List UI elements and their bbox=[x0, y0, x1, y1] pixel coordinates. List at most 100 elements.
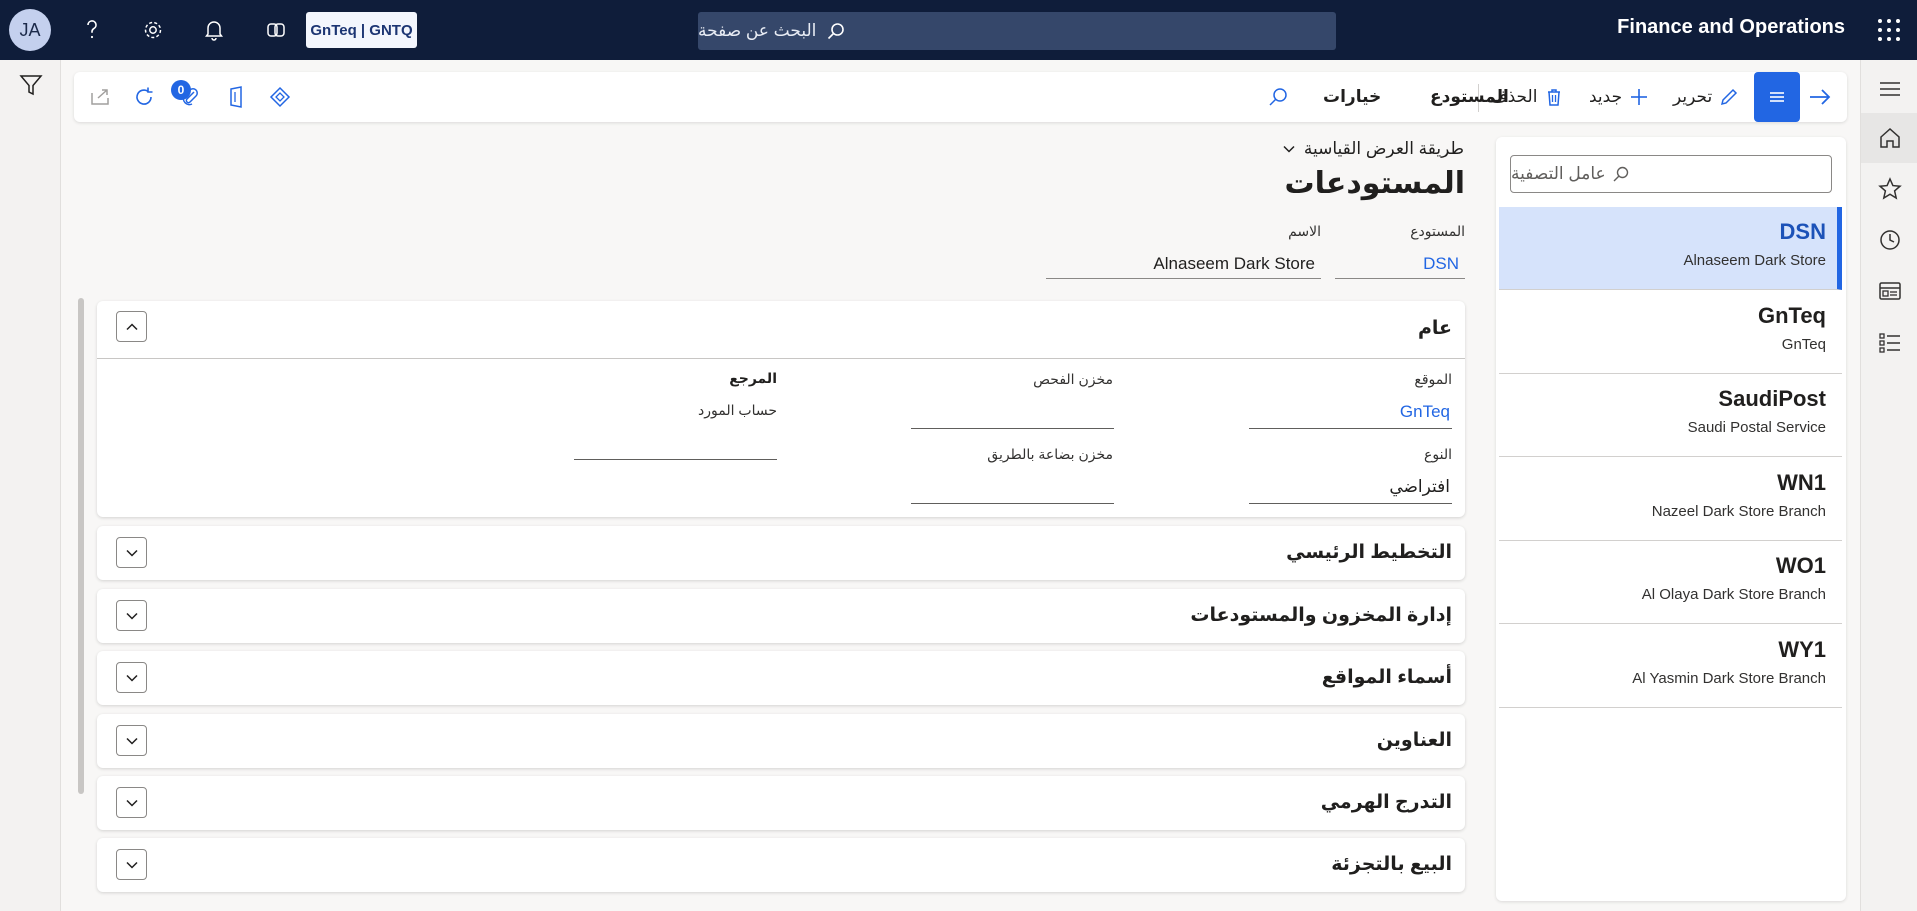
section-title: التخطيط الرئيسي bbox=[1286, 542, 1452, 563]
section-retail: البيع بالتجزئة bbox=[97, 838, 1465, 892]
warehouse-field[interactable]: DSN bbox=[1335, 249, 1465, 279]
section-expand-button[interactable] bbox=[116, 600, 147, 631]
open-in-new-window-icon[interactable] bbox=[88, 85, 114, 111]
section-title: إدارة المخزون والمستودعات bbox=[1190, 605, 1452, 626]
settings-gear-icon[interactable] bbox=[137, 14, 169, 46]
action-pane bbox=[74, 72, 1847, 122]
list-item[interactable]: SaudiPost Saudi Postal Service bbox=[1499, 374, 1842, 457]
section-expand-button[interactable] bbox=[116, 662, 147, 693]
search-icon bbox=[828, 23, 845, 40]
list-item-name: Saudi Postal Service bbox=[1687, 419, 1826, 436]
search-placeholder: البحث عن صفحة bbox=[698, 21, 817, 40]
section-inventory-warehouse-management: إدارة المخزون والمستودعات bbox=[97, 589, 1465, 643]
list-item[interactable]: WY1 Al Yasmin Dark Store Branch bbox=[1499, 625, 1842, 708]
vendor-account-label: حساب المورد bbox=[698, 402, 777, 418]
chevron-down-icon bbox=[125, 737, 138, 745]
recent-clock-icon[interactable] bbox=[1877, 227, 1903, 253]
filter-icon[interactable] bbox=[18, 72, 44, 98]
workspaces-icon[interactable] bbox=[1877, 278, 1903, 304]
site-field-underline bbox=[1249, 428, 1452, 429]
edit-label: تحرير bbox=[1673, 87, 1713, 106]
quarantine-field-underline bbox=[911, 428, 1114, 429]
favorites-star-icon[interactable] bbox=[1877, 176, 1903, 202]
notifications-bell-icon[interactable] bbox=[198, 14, 230, 46]
section-collapse-button[interactable] bbox=[116, 311, 147, 342]
site-field-label: الموقع bbox=[1414, 371, 1452, 387]
vendor-account-underline bbox=[574, 459, 777, 460]
section-divider bbox=[97, 358, 1465, 359]
list-item-name: GnTeq bbox=[1781, 336, 1826, 353]
copilot-icon[interactable] bbox=[260, 14, 292, 46]
list-item-name: Nazeel Dark Store Branch bbox=[1651, 503, 1826, 520]
type-field-underline bbox=[1249, 503, 1452, 504]
list-filter-input[interactable]: عامل التصفية bbox=[1510, 155, 1832, 193]
chevron-down-icon bbox=[125, 612, 138, 620]
list-item[interactable]: DSN Alnaseem Dark Store bbox=[1499, 207, 1842, 290]
section-general: عام الموقع GnTeq النوع افتراضي مخزن الفح… bbox=[97, 301, 1465, 517]
tab-warehouse[interactable]: المستودع bbox=[1430, 72, 1509, 122]
transit-field-underline bbox=[911, 503, 1114, 504]
app-launcher-waffle-icon[interactable] bbox=[1877, 18, 1901, 42]
list-item[interactable]: WO1 Al Olaya Dark Store Branch bbox=[1499, 541, 1842, 624]
vertical-scrollbar[interactable] bbox=[78, 298, 84, 794]
attachments-count-badge: 0 bbox=[171, 80, 191, 100]
list-item-code: GnTeq bbox=[1757, 303, 1826, 328]
section-master-planning: التخطيط الرئيسي bbox=[97, 526, 1465, 580]
section-location-names: أسماء المواقع bbox=[97, 651, 1465, 705]
chevron-down-icon bbox=[125, 799, 138, 807]
site-field-value[interactable]: GnTeq bbox=[1400, 402, 1450, 422]
list-item[interactable]: GnTeq GnTeq bbox=[1499, 291, 1842, 374]
chevron-up-icon bbox=[125, 322, 138, 330]
chevron-down-icon bbox=[125, 549, 138, 557]
power-apps-icon[interactable] bbox=[268, 85, 294, 111]
section-expand-button[interactable] bbox=[116, 787, 147, 818]
list-item-code: WY1 bbox=[1778, 637, 1826, 662]
pencil-icon bbox=[1721, 88, 1738, 106]
new-button[interactable]: جديد bbox=[1589, 72, 1650, 122]
action-search-icon[interactable] bbox=[1266, 85, 1292, 111]
list-item[interactable]: WN1 Nazeel Dark Store Branch bbox=[1499, 458, 1842, 541]
filter-search-icon bbox=[1613, 166, 1628, 182]
plus-icon bbox=[1631, 89, 1648, 105]
back-arrow-icon[interactable] bbox=[1807, 84, 1833, 110]
list-view-toggle-button[interactable] bbox=[1754, 72, 1800, 122]
section-expand-button[interactable] bbox=[116, 725, 147, 756]
type-field-value[interactable]: افتراضي bbox=[1389, 477, 1450, 497]
list-item-name: Al Yasmin Dark Store Branch bbox=[1632, 670, 1826, 687]
modules-list-icon[interactable] bbox=[1877, 330, 1903, 356]
chevron-down-icon bbox=[125, 674, 138, 682]
office-integration-icon[interactable] bbox=[224, 85, 250, 111]
home-icon[interactable] bbox=[1877, 125, 1903, 151]
warehouse-field-label: المستودع bbox=[1410, 223, 1465, 239]
company-picker-button[interactable]: GnTeq | GNTQ bbox=[306, 12, 417, 48]
trash-icon bbox=[1548, 89, 1561, 106]
name-field-label: الاسم bbox=[1288, 223, 1321, 239]
name-field[interactable]: Alnaseem Dark Store bbox=[1046, 249, 1321, 279]
list-item-name: Al Olaya Dark Store Branch bbox=[1641, 586, 1826, 603]
view-selector-dropdown[interactable]: طريقة العرض القياسية bbox=[1282, 139, 1464, 159]
section-title: أسماء المواقع bbox=[1321, 667, 1452, 688]
app-title: Finance and Operations bbox=[1617, 16, 1845, 38]
tab-options[interactable]: خيارات bbox=[1323, 72, 1381, 122]
filter-pane-strip bbox=[0, 60, 61, 911]
section-title: العناوين bbox=[1376, 730, 1452, 751]
refresh-icon[interactable] bbox=[132, 85, 158, 111]
page-title: المستودعات bbox=[1284, 167, 1465, 200]
section-general-title: عام bbox=[1417, 318, 1452, 339]
section-addresses: العناوين bbox=[97, 714, 1465, 768]
edit-button[interactable]: تحرير bbox=[1673, 72, 1740, 122]
chevron-down-icon bbox=[125, 861, 138, 869]
top-nav-bar: JA GnTeq | GNTQ البحث عن صفحة Finance an… bbox=[0, 0, 1917, 60]
section-title: البيع بالتجزئة bbox=[1331, 854, 1452, 875]
help-icon[interactable] bbox=[76, 14, 108, 46]
view-selector-label: طريقة العرض القياسية bbox=[1303, 139, 1464, 158]
hamburger-menu-icon[interactable] bbox=[1877, 76, 1903, 102]
list-item-code: SaudiPost bbox=[1718, 386, 1826, 411]
user-avatar[interactable]: JA bbox=[9, 9, 51, 51]
page-search-input[interactable]: البحث عن صفحة bbox=[698, 12, 1336, 50]
list-item-name: Alnaseem Dark Store bbox=[1683, 252, 1826, 269]
new-label: جديد bbox=[1589, 87, 1623, 106]
type-field-label: النوع bbox=[1424, 446, 1452, 462]
section-expand-button[interactable] bbox=[116, 849, 147, 880]
section-expand-button[interactable] bbox=[116, 537, 147, 568]
